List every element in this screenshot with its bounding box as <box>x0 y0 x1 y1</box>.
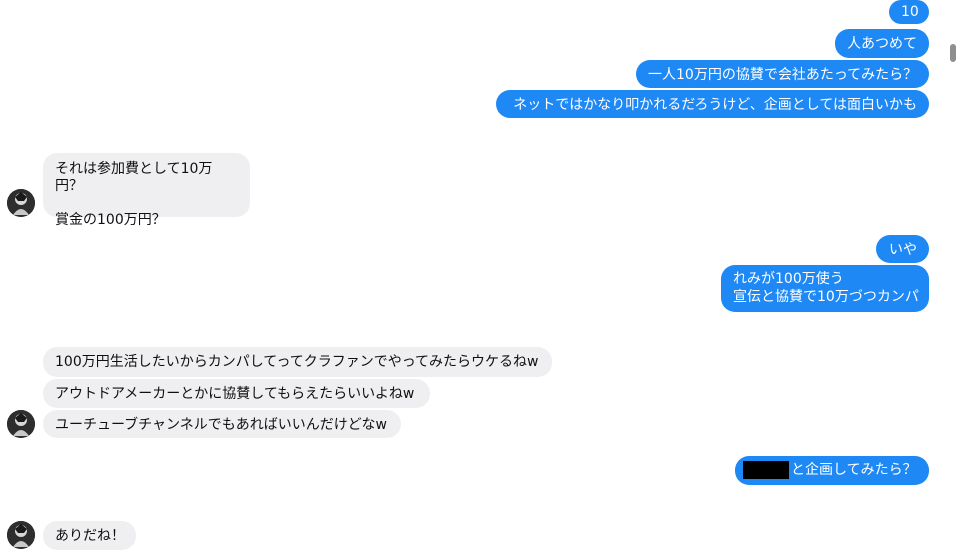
outgoing-message[interactable]: ネットではかなり叩かれるだろうけど、企画としては面白いかも <box>496 90 929 118</box>
incoming-message[interactable]: ありだね！ <box>43 521 136 550</box>
outgoing-message[interactable]: いや <box>876 235 929 263</box>
avatar-icon <box>7 410 35 438</box>
outgoing-message[interactable]: 一人10万円の協賛で会社あたってみたら？ <box>636 60 929 88</box>
scrollbar-thumb[interactable] <box>950 44 956 62</box>
outgoing-message[interactable]: 10 <box>889 0 929 24</box>
outgoing-message[interactable]: 人あつめて <box>835 29 929 58</box>
incoming-message[interactable]: それは参加費として10万円？ 賞金の100万円？ <box>43 153 250 228</box>
message-line: 宣伝と協賛で10万づつカンパ <box>733 289 919 305</box>
avatar[interactable] <box>7 410 35 438</box>
avatar-icon <box>7 189 35 217</box>
incoming-message[interactable]: ユーチューブチャンネルでもあればいいんだけどなw <box>43 410 401 438</box>
avatar[interactable] <box>7 189 35 217</box>
incoming-message[interactable]: 100万円生活したいからカンパしてってクラファンでやってみたらウケるねw <box>43 347 552 377</box>
avatar-icon <box>7 521 35 549</box>
outgoing-message[interactable]: れみが100万使う 宣伝と協賛で10万づつカンパ <box>721 265 929 312</box>
message-text: と企画してみたら？ <box>791 462 917 478</box>
redaction-block <box>743 461 789 479</box>
message-line: 賞金の100万円？ <box>55 212 166 228</box>
outgoing-message[interactable]: と企画してみたら？ <box>735 456 929 485</box>
avatar[interactable] <box>7 521 35 549</box>
message-line: れみが100万使う <box>733 271 844 287</box>
message-line: それは参加費として10万円？ <box>55 161 213 194</box>
incoming-message[interactable]: アウトドアメーカーとかに協賛してもらえたらいいよねw <box>43 379 430 408</box>
